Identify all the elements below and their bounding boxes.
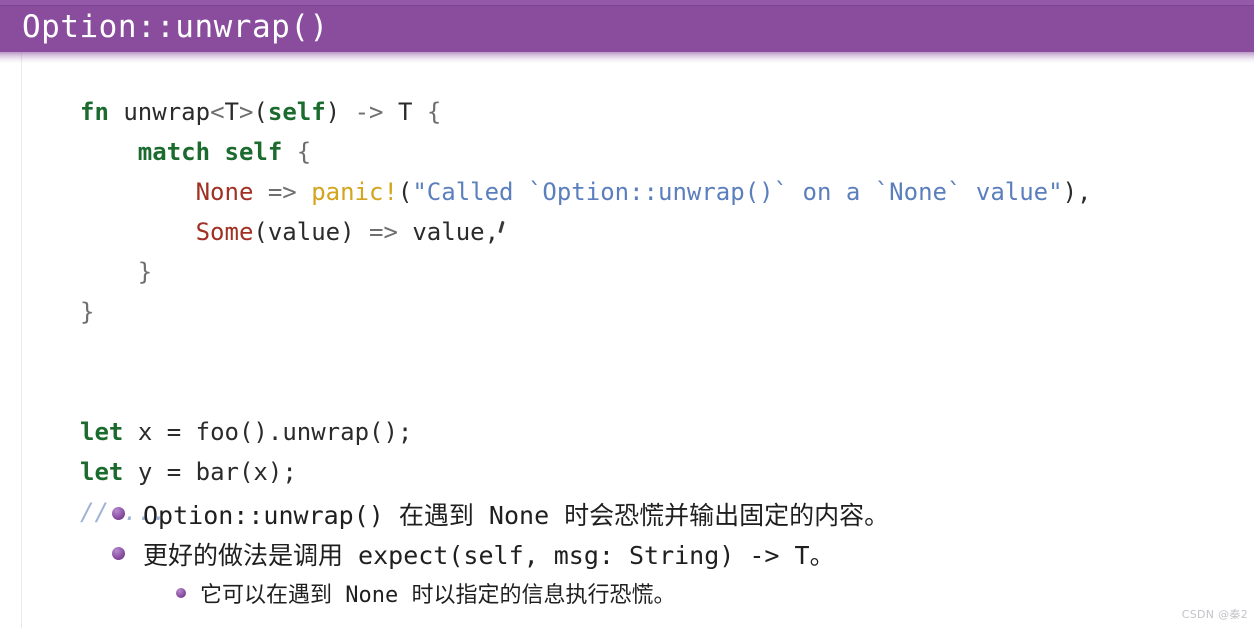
bullet-text: 它可以在遇到 None 时以指定的信息执行恐慌。 <box>200 583 676 608</box>
code-token-ident: ; <box>397 418 413 446</box>
code-token-str: "Called `Option::unwrap()` on a `None` v… <box>412 178 1063 206</box>
code-token-ident: , <box>1077 178 1092 206</box>
code-token-ident: . <box>267 418 283 446</box>
code-token-ident <box>383 98 397 126</box>
code-token-ident: , <box>484 218 500 246</box>
code-token-macro: panic! <box>311 178 398 206</box>
code-token-ident: ) <box>325 98 341 126</box>
code-token-ident <box>123 418 137 446</box>
page-title: Option::unwrap() <box>22 9 329 45</box>
code-token-ident: x <box>137 418 153 446</box>
code-line: fn unwrap<T>(self) -> T { <box>80 92 1091 132</box>
title-bar-hairline <box>0 5 1254 6</box>
code-token-kw: match <box>137 138 211 166</box>
code-token-punct: => <box>267 178 297 206</box>
bullet-text: Option::unwrap() 在遇到 None 时会恐慌并输出固定的内容。 <box>143 501 890 530</box>
code-token-ident <box>80 178 196 206</box>
code-token-kw: self <box>224 138 283 166</box>
code-line: } <box>80 252 1091 292</box>
slide: Option::unwrap() fn unwrap<T>(self) -> T… <box>0 0 1254 628</box>
code-token-ident: foo() <box>195 418 268 446</box>
code-token-ident: ) <box>340 218 355 246</box>
code-token-ident <box>210 138 224 166</box>
watermark: CSDN @秦2 <box>1181 608 1248 621</box>
code-token-ident <box>340 98 354 126</box>
code-token-ident: unwrap <box>123 98 211 126</box>
code-token-ident: unwrap() <box>282 418 398 446</box>
code-token-variant: None <box>195 178 254 206</box>
code-token-ident: bar(x) <box>195 458 283 486</box>
code-token-ident <box>109 98 123 126</box>
code-token-type: T <box>397 98 413 126</box>
code-token-ident: ; <box>282 458 297 486</box>
bullet-dot-icon <box>112 547 125 560</box>
code-token-ident: ( <box>253 218 268 246</box>
code-line: None => panic!("Called `Option::unwrap()… <box>80 172 1092 212</box>
code-token-ident <box>297 178 311 206</box>
code-token-punct: } <box>137 258 153 286</box>
code-token-kw: fn <box>80 98 109 126</box>
code-token-ident <box>282 138 296 166</box>
code-token-ident <box>181 418 195 446</box>
code-token-ident <box>152 458 166 486</box>
code-token-ident: = <box>166 458 182 486</box>
code-token-kw: let <box>80 458 124 486</box>
code-token-punct: { <box>296 138 312 166</box>
code-token-ident: ( <box>397 178 413 206</box>
code-token-punct: { <box>426 98 442 126</box>
slide-title-bar: Option::unwrap() <box>0 0 1254 52</box>
code-token-ident <box>152 418 166 446</box>
code-token-kw: self <box>267 98 326 126</box>
code-token-ident <box>355 218 369 246</box>
code-token-variant: Some <box>195 218 254 246</box>
code-line: Some(value) => value, <box>80 212 1091 252</box>
code-line: } <box>80 292 1091 332</box>
code-token-ident <box>253 178 267 206</box>
code-line: match self { <box>80 132 1091 172</box>
code-token-type: T <box>224 98 239 126</box>
bullet-dot-icon <box>176 588 186 598</box>
code-token-punct: } <box>80 298 95 326</box>
code-token-ident <box>80 138 138 166</box>
code-token-punct: => <box>369 218 398 246</box>
bullet-item: 更好的做法是调用 expect(self, msg: String) -> T。 <box>112 540 1212 580</box>
code-token-ident: value <box>267 218 341 246</box>
code-token-ident: value <box>412 218 485 246</box>
code-token-ident <box>181 458 195 486</box>
title-bar-shadow <box>0 52 1254 63</box>
bullet-item: Option::unwrap() 在遇到 None 时会恐慌并输出固定的内容。 <box>112 500 1212 540</box>
code-token-ident <box>398 218 412 246</box>
bullet-text: 更好的做法是调用 expect(self, msg: String) -> T。 <box>143 541 835 570</box>
code-token-punct: > <box>238 98 254 126</box>
bullet-list: Option::unwrap() 在遇到 None 时会恐慌并输出固定的内容。更… <box>112 500 1212 618</box>
left-edge-rule <box>21 52 22 628</box>
bullet-dot-icon <box>112 507 125 520</box>
code-token-ident <box>80 218 196 246</box>
code-token-ident: ( <box>253 98 268 126</box>
code-line: let x = foo().unwrap(); <box>80 412 1091 452</box>
code-block: fn unwrap<T>(self) -> T { match self { N… <box>80 92 1091 532</box>
code-token-ident <box>80 258 138 286</box>
code-token-ident: = <box>166 418 182 446</box>
code-token-ident <box>123 458 137 486</box>
code-token-ident: y <box>137 458 153 486</box>
bullet-item: 它可以在遇到 None 时以指定的信息执行恐慌。 <box>112 580 1212 618</box>
code-token-ident <box>412 98 426 126</box>
code-token-punct: < <box>210 98 225 126</box>
code-line: let y = bar(x); <box>80 452 1091 492</box>
code-token-kw: let <box>80 418 124 446</box>
code-token-ident: ) <box>1062 178 1078 206</box>
code-token-punct: -> <box>354 98 384 126</box>
